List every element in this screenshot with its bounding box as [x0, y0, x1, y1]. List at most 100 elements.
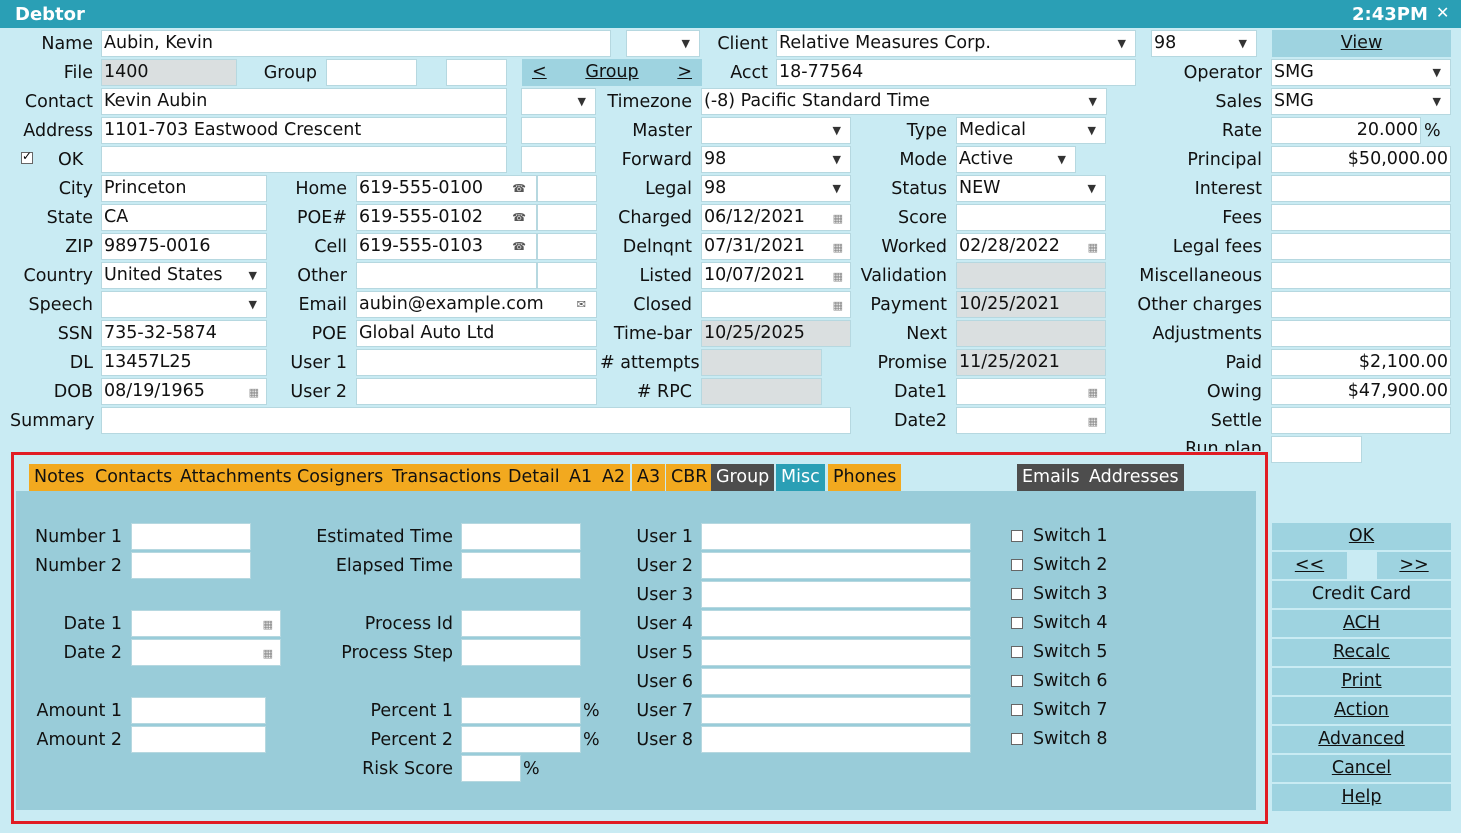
calendar-icon[interactable]: ▦ — [833, 293, 843, 317]
owing-field[interactable]: $47,900.00 — [1271, 378, 1451, 405]
other-ext-field[interactable] — [537, 262, 597, 289]
other-phone-field[interactable] — [356, 262, 537, 289]
print-button[interactable]: Print — [1272, 668, 1451, 695]
prev-record-button[interactable]: << — [1272, 552, 1347, 579]
legal-select[interactable]: 98 ▼ — [701, 175, 851, 202]
action-button[interactable]: Action — [1272, 697, 1451, 724]
client-select[interactable]: Relative Measures Corp. ▼ — [776, 30, 1136, 57]
fees-field[interactable] — [1271, 204, 1451, 231]
type-select[interactable]: Medical ▼ — [956, 117, 1106, 144]
acct-field[interactable]: 18-77564 — [776, 59, 1136, 86]
closed-date-field[interactable]: ▦ — [701, 291, 851, 318]
date1-field[interactable]: ▦ — [956, 378, 1106, 405]
phone-icon[interactable]: ☎ — [512, 205, 526, 230]
dl-field[interactable]: 13457L25 — [101, 349, 267, 376]
advanced-button[interactable]: Advanced — [1272, 726, 1451, 753]
charged-date-field[interactable]: 06/12/2021 ▦ — [701, 204, 851, 231]
score-field[interactable] — [956, 204, 1106, 231]
paid-label: Paid — [1225, 353, 1262, 373]
address-field[interactable]: 1101-703 Eastwood Crescent — [101, 117, 507, 144]
cancel-button[interactable]: Cancel — [1272, 755, 1451, 782]
home-phone-field[interactable]: 619-555-0100 ☎ — [356, 175, 537, 202]
runplan-field[interactable] — [1271, 436, 1362, 463]
timezone-select[interactable]: (-8) Pacific Standard Time ▼ — [701, 88, 1107, 115]
cell-ext-field[interactable] — [537, 233, 597, 260]
rate-field[interactable]: 20.000 — [1271, 117, 1421, 144]
country-select[interactable]: United States ▼ — [101, 262, 267, 289]
calendar-icon[interactable]: ▦ — [1088, 235, 1098, 259]
other-charges-field[interactable] — [1271, 291, 1451, 318]
next-record-button[interactable]: >> — [1377, 552, 1451, 579]
calendar-icon[interactable]: ▦ — [1088, 380, 1098, 404]
calendar-icon[interactable]: ▦ — [1088, 409, 1098, 433]
calendar-icon[interactable]: ▦ — [833, 206, 843, 230]
delnqnt-date-field[interactable]: 07/31/2021 ▦ — [701, 233, 851, 260]
user2-field[interactable] — [356, 378, 597, 405]
master-select[interactable]: ▼ — [701, 117, 851, 144]
timebar-field: 10/25/2025 — [701, 320, 851, 347]
calendar-icon[interactable]: ▦ — [833, 235, 843, 259]
worked-date-field[interactable]: 02/28/2022 ▦ — [956, 233, 1106, 260]
legal-fees-field[interactable] — [1271, 233, 1451, 260]
address-line2-field[interactable] — [101, 146, 507, 173]
poe-ext-field[interactable] — [537, 204, 597, 231]
rate-unit: % — [1424, 121, 1441, 141]
address-extra-field[interactable] — [521, 117, 596, 144]
forward-select[interactable]: 98 ▼ — [701, 146, 851, 173]
ok-checkbox[interactable] — [21, 149, 33, 164]
ok-button[interactable]: OK — [1272, 523, 1451, 550]
credit-card-button[interactable]: Credit Card — [1272, 581, 1451, 608]
view-button[interactable]: View — [1272, 30, 1451, 57]
cell-phone-field[interactable]: 619-555-0103 ☎ — [356, 233, 537, 260]
cell-phone-value: 619-555-0103 — [359, 236, 483, 256]
group-field-2[interactable] — [446, 59, 507, 86]
date2-field[interactable]: ▦ — [956, 407, 1106, 434]
ssn-field[interactable]: 735-32-5874 — [101, 320, 267, 347]
address-line2-extra-field[interactable] — [521, 146, 596, 173]
phone-icon[interactable]: ☎ — [512, 176, 526, 201]
operator-select[interactable]: SMG ▼ — [1271, 59, 1451, 86]
interest-field[interactable] — [1271, 175, 1451, 202]
state-field[interactable]: CA — [101, 204, 267, 231]
sales-select[interactable]: SMG ▼ — [1271, 88, 1451, 115]
group-next-button[interactable]: > — [677, 59, 692, 86]
name-field[interactable]: Aubin, Kevin — [101, 30, 611, 57]
ach-button[interactable]: ACH — [1272, 610, 1451, 637]
name-suffix-select[interactable]: ▼ — [626, 30, 700, 57]
calendar-icon[interactable]: ▦ — [249, 380, 259, 404]
speech-select[interactable]: ▼ — [101, 291, 267, 318]
client-label: Client — [717, 34, 768, 54]
user1-field[interactable] — [356, 349, 597, 376]
mail-icon[interactable]: ✉ — [577, 292, 586, 317]
city-field[interactable]: Princeton — [101, 175, 267, 202]
paid-field[interactable]: $2,100.00 — [1271, 349, 1451, 376]
calendar-icon[interactable]: ▦ — [833, 264, 843, 288]
group-field[interactable] — [326, 59, 417, 86]
contact-field[interactable]: Kevin Aubin — [101, 88, 507, 115]
zip-field[interactable]: 98975-0016 — [101, 233, 267, 260]
dob-date-field[interactable]: 08/19/1965 ▦ — [101, 378, 267, 405]
home-ext-field[interactable] — [537, 175, 597, 202]
listed-date-field[interactable]: 10/07/2021 ▦ — [701, 262, 851, 289]
close-icon[interactable]: ✕ — [1436, 3, 1449, 22]
contact-type-select[interactable]: ▼ — [521, 88, 596, 115]
mode-select[interactable]: Active ▼ — [956, 146, 1076, 173]
client-code-select[interactable]: 98 ▼ — [1151, 30, 1257, 57]
email-field[interactable]: aubin@example.com ✉ — [356, 291, 597, 318]
poe-field[interactable]: Global Auto Ltd — [356, 320, 597, 347]
group-prev-button[interactable]: < — [532, 59, 547, 86]
settle-label: Settle — [1210, 411, 1262, 431]
poe-phone-field[interactable]: 619-555-0102 ☎ — [356, 204, 537, 231]
misc-charge-field[interactable] — [1271, 262, 1451, 289]
help-button[interactable]: Help — [1272, 784, 1451, 811]
dob-label: DOB — [53, 382, 93, 402]
summary-field[interactable] — [101, 407, 851, 434]
status-select[interactable]: NEW ▼ — [956, 175, 1106, 202]
adjustments-field[interactable] — [1271, 320, 1451, 347]
phone-icon[interactable]: ☎ — [512, 234, 526, 259]
advanced-label: Advanced — [1318, 729, 1405, 749]
credit-card-label: Credit Card — [1311, 584, 1412, 604]
principal-field[interactable]: $50,000.00 — [1271, 146, 1451, 173]
recalc-button[interactable]: Recalc — [1272, 639, 1451, 666]
settle-field[interactable] — [1271, 407, 1451, 434]
